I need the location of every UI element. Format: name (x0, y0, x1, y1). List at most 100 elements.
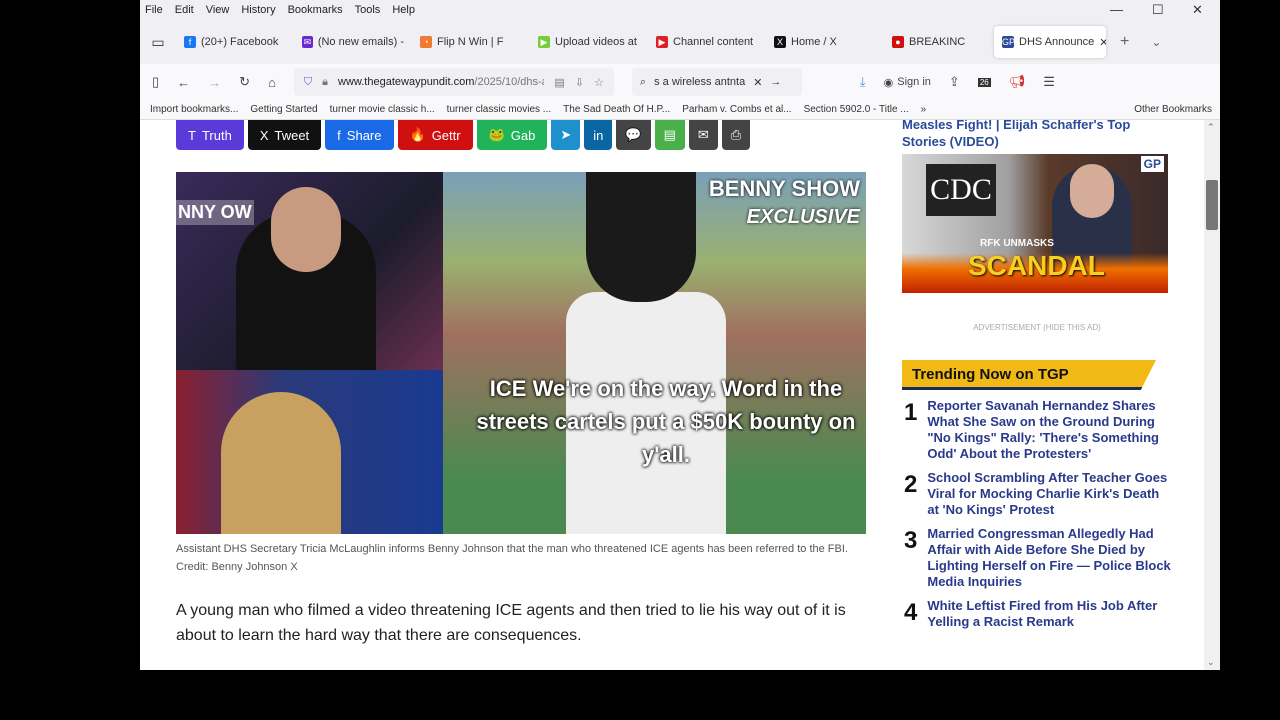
menu-hamburger-icon[interactable]: ☰ (1043, 74, 1055, 90)
forward-button[interactable]: → (208, 75, 221, 90)
tab[interactable]: ✉ (No new emails) - (294, 26, 412, 58)
ad-headline: SCANDAL (968, 250, 1105, 281)
share-buttons: T Truth X Tweet f Share 🔥 Gettr 🐸 Gab ➤ in 💬 ▤ ✉ ⎙ (176, 120, 751, 150)
share-button-icon-6[interactable]: in (584, 120, 613, 150)
vertical-scrollbar[interactable]: ⌃ ⌄ (1204, 120, 1220, 670)
account-icon: ◉ (883, 76, 894, 89)
share-label: Truth (201, 127, 232, 143)
new-tab-button[interactable]: + (1120, 33, 1129, 51)
share-label: Tweet (274, 127, 310, 143)
bookmarks-overflow-icon[interactable]: » (921, 104, 927, 115)
trending-link[interactable]: Married Congressman Allegedly Had Affair… (927, 526, 1172, 590)
tab-favicon-icon: X (774, 36, 786, 48)
share-button-icon-8[interactable]: ▤ (654, 120, 685, 150)
bookmark-item[interactable]: The Sad Death Of H.P... (563, 104, 670, 115)
tab-overflow-chevron-icon[interactable]: ⌄ (1151, 35, 1161, 49)
share-button-truth[interactable]: T Truth (176, 120, 244, 150)
calendar-badge[interactable]: 26 (977, 77, 991, 87)
share-label: Gettr (431, 127, 461, 143)
menu-edit[interactable]: Edit (175, 4, 194, 16)
image-caption: Assistant DHS Secretary Tricia McLaughli… (176, 543, 848, 573)
bookmark-item[interactable]: turner classic movies ... (447, 104, 551, 115)
save-page-icon[interactable]: ⇩ (575, 76, 584, 89)
share-button-icon-9[interactable]: ✉ (688, 120, 718, 150)
url-bar[interactable]: ⛉ 🔒︎ www.thegatewaypundit.com/2025/10/dh… (293, 68, 614, 96)
ad-kicker: RFK UNMASKS (980, 238, 1054, 249)
tab[interactable]: ◔ Flip N Win | F (412, 26, 530, 58)
bookmark-item[interactable]: Getting Started (250, 104, 317, 115)
trending-heading: Trending Now on TGP (902, 360, 1156, 390)
share-label: Share (346, 127, 382, 143)
menu-help[interactable]: Help (392, 4, 415, 16)
trending-rank: 3 (904, 527, 918, 554)
bookmark-item[interactable]: Import bookmarks... (150, 104, 238, 115)
search-go-icon[interactable]: → (770, 76, 781, 88)
menu-file[interactable]: File (145, 4, 163, 16)
clear-search-icon[interactable]: ✕ (753, 76, 762, 89)
minimize-button[interactable]: — (1110, 2, 1123, 17)
bookmark-item[interactable]: turner movie classic h... (330, 104, 435, 115)
extensions-icon[interactable]: ⇪ (949, 74, 960, 90)
trending-item[interactable]: 2 School Scrambling After Teacher Goes Vi… (902, 470, 1172, 518)
tab[interactable]: ● BREAKINC (884, 26, 994, 58)
home-button[interactable]: ⌂ (268, 75, 276, 90)
trending-rank: 1 (904, 399, 918, 426)
trending-item[interactable]: 3 Married Congressman Allegedly Had Affai… (902, 526, 1172, 590)
scroll-down-icon[interactable]: ⌄ (1207, 657, 1215, 668)
search-input[interactable]: s a wireless antnta (654, 76, 745, 88)
share-icon: 💬 (625, 127, 642, 142)
menu-history[interactable]: History (241, 4, 275, 16)
reload-button[interactable]: ↻ (239, 74, 250, 90)
shield-icon[interactable]: ⛉ (304, 76, 312, 89)
tab[interactable]: f (20+) Facebook (176, 26, 294, 58)
share-icon: f (337, 127, 341, 143)
trending-item[interactable]: 4 White Leftist Fired from His Job After … (902, 598, 1172, 630)
tab[interactable]: ▶ Channel content (648, 26, 766, 58)
share-button-icon-10[interactable]: ⎙ (721, 120, 751, 150)
downloads-icon[interactable]: ⤓ (860, 74, 866, 90)
tab[interactable]: GP DHS Announce ✕ (994, 26, 1106, 58)
tab-list-icon[interactable]: ▭ (140, 34, 176, 51)
back-button[interactable]: ← (177, 75, 190, 90)
share-icon: ➤ (560, 127, 572, 142)
cdc-logo: CDC (926, 164, 996, 216)
tab[interactable]: ▶ Upload videos at (530, 26, 648, 58)
menu-bookmarks[interactable]: Bookmarks (288, 4, 343, 16)
bookmark-star-icon[interactable]: ☆ (594, 76, 604, 89)
share-button-gettr[interactable]: 🔥 Gettr (397, 120, 473, 150)
close-tab-icon[interactable]: ✕ (1099, 36, 1106, 49)
trending-item[interactable]: 1 Reporter Savanah Hernandez Shares What … (902, 398, 1172, 462)
scroll-up-icon[interactable]: ⌃ (1207, 122, 1215, 133)
bookmark-item[interactable]: Parham v. Combs et al... (682, 104, 791, 115)
menu-view[interactable]: View (206, 4, 230, 16)
share-button-share[interactable]: f Share (325, 120, 394, 150)
share-button-icon-7[interactable]: 💬 (616, 120, 651, 150)
sidebar-ad-image[interactable]: CDC RFK UNMASKS SCANDAL GP (902, 154, 1168, 293)
search-bar[interactable]: ⌕ s a wireless antnta ✕ → (631, 68, 802, 96)
lock-icon[interactable]: 🔒︎ (322, 76, 328, 89)
close-window-button[interactable]: ✕ (1192, 2, 1203, 18)
bookmark-item[interactable]: Other Bookmarks (1134, 104, 1212, 115)
scrollbar-thumb[interactable] (1206, 180, 1218, 230)
share-button-icon-5[interactable]: ➤ (551, 120, 581, 150)
benny-show-logo: BENNY SHOW EXCLUSIVE (709, 178, 860, 229)
menu-bar: File Edit View History Bookmarks Tools H… (140, 0, 1220, 20)
tab[interactable]: X Home / X (766, 26, 884, 58)
browser-window: File Edit View History Bookmarks Tools H… (140, 0, 1220, 670)
maximize-button[interactable]: ☐ (1152, 2, 1164, 18)
sidebar-story-link[interactable]: Measles Fight! | Elijah Schaffer's Top S… (902, 120, 1172, 150)
exclusive-label: EXCLUSIVE (746, 206, 860, 228)
sign-in-button[interactable]: ◉ Sign in (884, 76, 931, 89)
trending-link[interactable]: School Scrambling After Teacher Goes Vir… (927, 470, 1172, 518)
article-video-image[interactable]: NNY OW BENNY SHOW EXCLUSIVE ICE We're on … (176, 172, 866, 534)
sidebar-toggle-icon[interactable]: ▯ (152, 74, 159, 90)
megaphone-icon[interactable]: 📢︎ (1009, 74, 1026, 90)
advertisement-label[interactable]: ADVERTISEMENT (HIDE THIS AD) (902, 323, 1172, 332)
bookmark-item[interactable]: Section 5902.0 - Title ... (804, 104, 909, 115)
menu-tools[interactable]: Tools (355, 4, 381, 16)
share-button-gab[interactable]: 🐸 Gab (476, 120, 548, 150)
trending-link[interactable]: Reporter Savanah Hernandez Shares What S… (927, 398, 1172, 462)
trending-link[interactable]: White Leftist Fired from His Job After Y… (927, 598, 1172, 630)
reader-view-icon[interactable]: ▤ (554, 76, 564, 89)
share-button-tweet[interactable]: X Tweet (247, 120, 322, 150)
